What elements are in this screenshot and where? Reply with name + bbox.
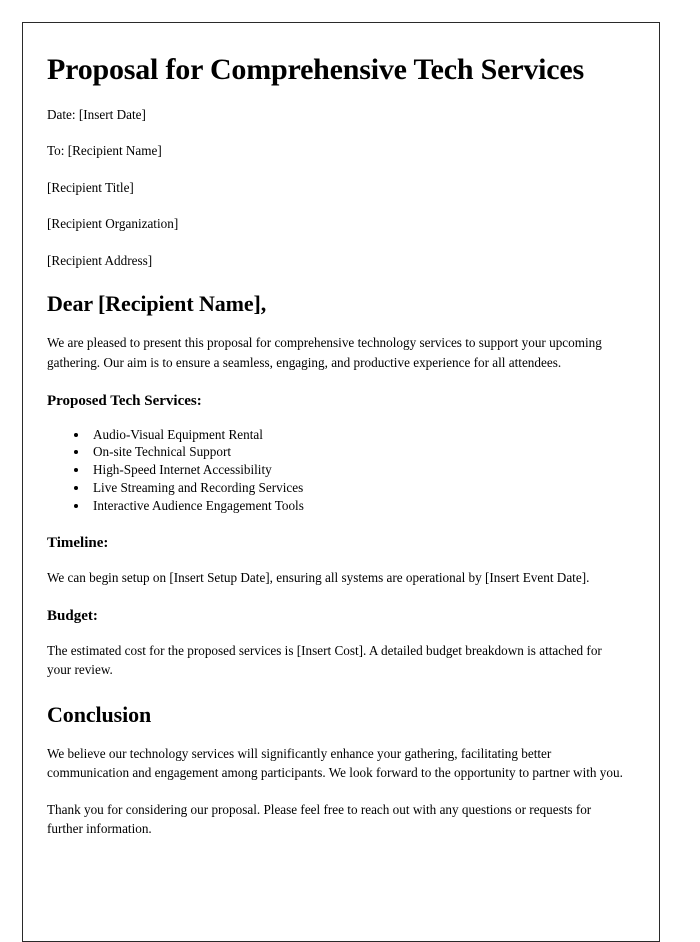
document-page: Proposal for Comprehensive Tech Services… <box>22 22 660 942</box>
recipient-organization-line: [Recipient Organization] <box>47 216 179 232</box>
recipient-address-line: [Recipient Address] <box>47 252 153 268</box>
recipient-title-line: [Recipient Title] <box>47 179 134 195</box>
document-body: Proposal for Comprehensive Tech Services… <box>23 23 659 839</box>
recipient-name-line: To: [Recipient Name] <box>47 143 162 159</box>
page-title: Proposal for Comprehensive Tech Services <box>47 53 584 86</box>
list-item: High-Speed Internet Accessibility <box>89 461 633 479</box>
timeline-paragraph: We can begin setup on [Insert Setup Date… <box>47 570 590 586</box>
intro-paragraph: We are pleased to present this proposal … <box>47 335 602 370</box>
date-line: Date: [Insert Date] <box>47 106 146 122</box>
budget-heading: Budget: <box>47 608 98 625</box>
timeline-heading: Timeline: <box>47 535 109 552</box>
services-list: Audio-Visual Equipment Rental On-site Te… <box>47 426 633 514</box>
list-item: On-site Technical Support <box>89 443 633 461</box>
list-item: Interactive Audience Engagement Tools <box>89 497 633 515</box>
conclusion-heading: Conclusion <box>47 701 152 727</box>
proposed-services-heading: Proposed Tech Services: <box>47 392 202 409</box>
closing-paragraph: Thank you for considering our proposal. … <box>47 802 592 837</box>
budget-paragraph: The estimated cost for the proposed serv… <box>47 643 602 678</box>
list-item: Live Streaming and Recording Services <box>89 479 633 497</box>
conclusion-paragraph: We believe our technology services will … <box>47 746 623 781</box>
list-item: Audio-Visual Equipment Rental <box>89 426 633 444</box>
salutation-heading: Dear [Recipient Name], <box>47 291 267 317</box>
